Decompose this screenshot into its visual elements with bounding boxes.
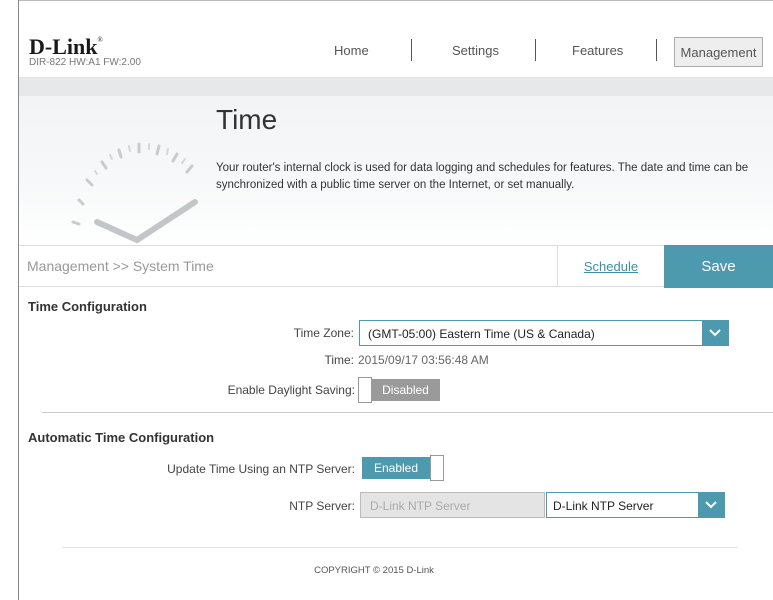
- time-value: 2015/09/17 03:56:48 AM: [358, 353, 489, 367]
- time-label: Time:: [324, 353, 354, 367]
- section-divider: [42, 412, 773, 413]
- ntp-server-label: NTP Server:: [289, 499, 355, 513]
- nav-settings[interactable]: Settings: [452, 43, 499, 58]
- section-title-auto-time: Automatic Time Configuration: [28, 430, 215, 445]
- clock-icon: [71, 142, 198, 243]
- toggle-knob: [358, 377, 372, 403]
- dst-state: Disabled: [371, 379, 440, 401]
- ntp-update-state: Enabled: [362, 457, 430, 479]
- page-title: Time: [216, 104, 278, 135]
- timezone-select[interactable]: (GMT-05:00) Eastern Time (US & Canada): [359, 320, 729, 346]
- page-banner: Time Your router's internal clock is use…: [19, 77, 773, 245]
- nav-separator: [411, 39, 412, 61]
- model-info: DIR-822 HW:A1 FW:2.00: [29, 57, 141, 68]
- nav-separator: [535, 39, 536, 61]
- dst-toggle[interactable]: Disabled: [358, 377, 440, 403]
- nav-features[interactable]: Features: [572, 43, 623, 58]
- section-title-time-config: Time Configuration: [28, 299, 147, 314]
- ntp-server-input-value: D-Link NTP Server: [370, 499, 471, 513]
- ntp-server-select[interactable]: D-Link NTP Server: [546, 492, 725, 518]
- breadcrumb-bar: Management >> System Time Schedule Save: [19, 245, 773, 288]
- save-button[interactable]: Save: [664, 245, 773, 288]
- dst-label: Enable Daylight Saving:: [227, 383, 355, 397]
- schedule-link[interactable]: Schedule: [557, 246, 664, 287]
- banner-stripe: [19, 78, 773, 96]
- nav-separator: [656, 39, 657, 61]
- nav-home[interactable]: Home: [334, 43, 369, 58]
- chevron-down-icon[interactable]: [702, 321, 728, 345]
- breadcrumb: Management >> System Time: [27, 258, 214, 274]
- ntp-server-select-value: D-Link NTP Server: [553, 499, 654, 513]
- nav-management[interactable]: Management: [674, 37, 763, 67]
- chevron-down-icon[interactable]: [698, 493, 724, 517]
- footer-divider: [62, 547, 738, 548]
- header: D-Link® DIR-822 HW:A1 FW:2.00 Home Setti…: [19, 1, 773, 77]
- copyright-text: COPYRIGHT © 2015 D-Link: [314, 565, 434, 576]
- toggle-knob: [430, 455, 444, 481]
- ntp-update-label: Update Time Using an NTP Server:: [167, 462, 355, 476]
- ntp-update-toggle[interactable]: Enabled: [362, 455, 444, 481]
- page-description: Your router's internal clock is used for…: [216, 162, 749, 191]
- timezone-value: (GMT-05:00) Eastern Time (US & Canada): [368, 327, 595, 341]
- timezone-label: Time Zone:: [293, 326, 354, 340]
- ntp-server-input[interactable]: D-Link NTP Server: [360, 492, 545, 518]
